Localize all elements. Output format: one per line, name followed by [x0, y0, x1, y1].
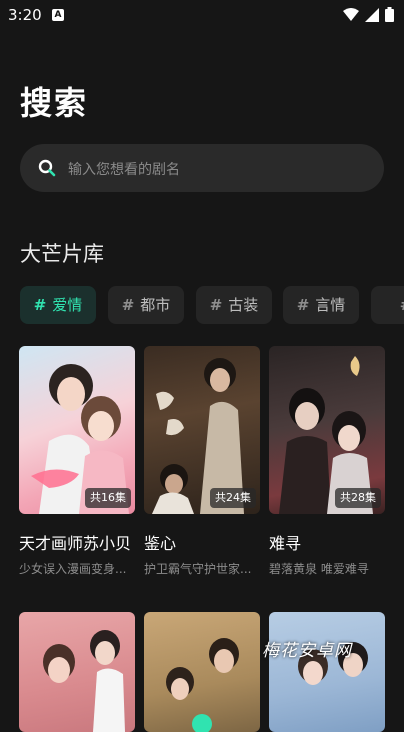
hash-icon: #	[33, 296, 47, 314]
drama-poster[interactable]	[144, 612, 260, 732]
drama-poster[interactable]: 共24集	[144, 346, 260, 514]
poster-art	[43, 630, 125, 732]
hash-icon: #	[121, 296, 135, 314]
episode-count-badge: 共28集	[335, 488, 381, 508]
signal-icon	[365, 7, 379, 22]
status-indicators	[343, 7, 394, 22]
episode-count-badge: 共24集	[210, 488, 256, 508]
tag-label: 爱情	[52, 296, 83, 314]
tag-label: 都市	[140, 296, 171, 314]
drama-poster[interactable]	[19, 612, 135, 732]
genre-tag-bar: # 爱情 # 都市 # 古装 # 言情 #	[20, 286, 404, 326]
tag-label: 古装	[228, 296, 259, 314]
drama-poster[interactable]: 共28集	[269, 346, 385, 514]
watermark-text: 梅花安卓网	[262, 641, 352, 661]
search-icon	[38, 159, 56, 177]
hash-icon: #	[400, 296, 404, 314]
drama-poster[interactable]: 共16集	[19, 346, 135, 514]
drama-description: 护卫霸气守护世家...	[144, 562, 252, 576]
episode-count-badge: 共16集	[85, 488, 131, 508]
search-input[interactable]: 输入您想看的剧名	[20, 144, 384, 192]
status-bar: 3:20 A	[0, 0, 404, 30]
poster-art	[166, 638, 239, 732]
section-title: 大芒片库	[20, 242, 104, 266]
tag-label: 言情	[315, 296, 346, 314]
poster-art	[298, 642, 368, 685]
drama-poster[interactable]	[269, 612, 385, 732]
drama-title: 鉴心	[144, 534, 177, 553]
drama-description: 少女误入漫画变身...	[19, 562, 127, 576]
status-time: 3:20	[8, 6, 42, 24]
tag-costume[interactable]: # 古装	[196, 286, 272, 324]
tag-romance[interactable]: # 爱情	[20, 286, 96, 324]
drama-title: 天才画师苏小贝	[19, 534, 132, 553]
page-title: 搜索	[20, 84, 89, 122]
battery-icon	[385, 7, 394, 22]
drama-description: 碧落黄泉 唯爱难寻	[269, 562, 369, 576]
tag-love-story[interactable]: # 言情	[283, 286, 359, 324]
tag-more[interactable]: #	[371, 286, 404, 324]
drama-title: 难寻	[269, 534, 302, 553]
tag-urban[interactable]: # 都市	[108, 286, 184, 324]
app-notification-icon: A	[52, 9, 64, 21]
hash-icon: #	[209, 296, 223, 314]
hash-icon: #	[296, 296, 310, 314]
search-placeholder: 输入您想看的剧名	[68, 162, 180, 178]
wifi-icon	[343, 7, 359, 21]
